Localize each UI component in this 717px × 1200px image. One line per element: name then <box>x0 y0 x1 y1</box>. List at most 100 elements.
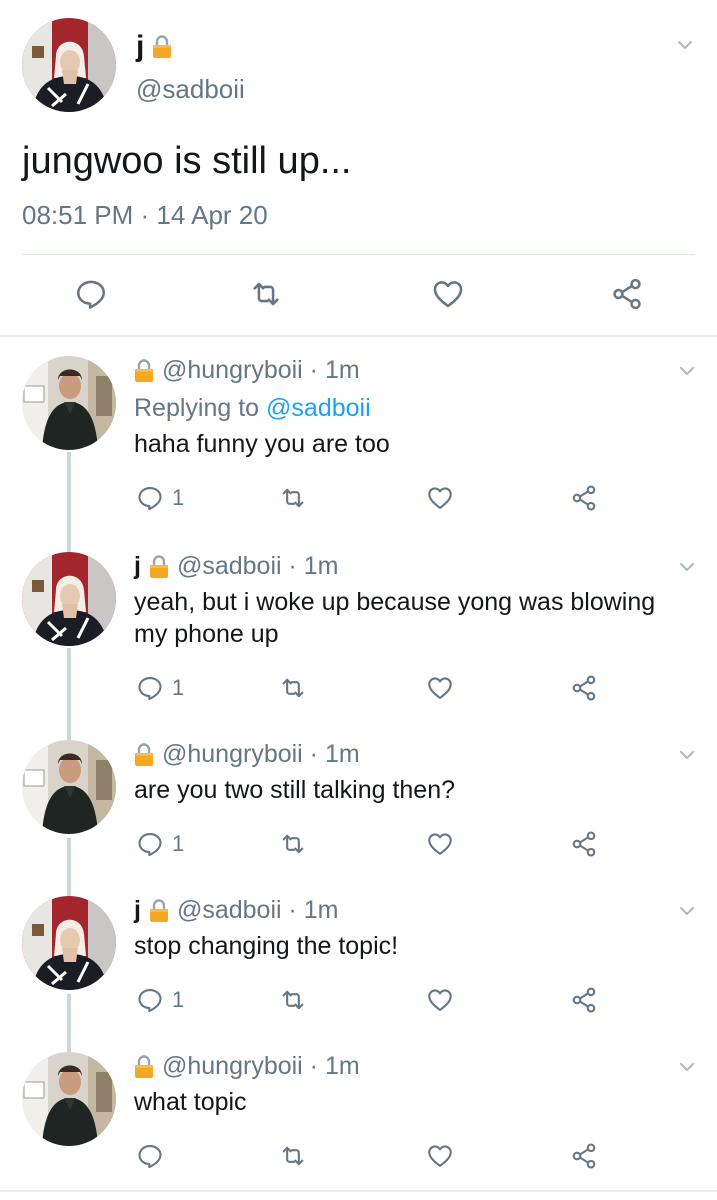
reply-button[interactable]: 1 <box>136 670 184 706</box>
reply-button[interactable]: 1 <box>136 982 184 1018</box>
reply-button[interactable] <box>136 1138 164 1174</box>
avatar[interactable] <box>22 18 116 112</box>
replying-to-link[interactable]: @sadboii <box>266 394 371 422</box>
avatar[interactable] <box>22 896 116 990</box>
share-icon <box>570 674 598 702</box>
like-button[interactable] <box>426 982 454 1018</box>
tweet-actions: 1 <box>0 480 717 520</box>
replying-to: Replying to @sadboii <box>134 394 371 423</box>
share-icon <box>570 1142 598 1170</box>
heart-icon <box>426 986 454 1014</box>
reply-icon <box>136 830 164 858</box>
tweet-actions: 1 <box>0 982 717 1022</box>
lock-icon <box>134 1055 154 1079</box>
like-button[interactable] <box>426 1138 454 1174</box>
share-icon <box>570 484 598 512</box>
author-row: @hungryboii · 1m <box>134 356 360 385</box>
display-name[interactable]: j <box>134 896 141 925</box>
heart-icon <box>431 277 465 311</box>
author-handle[interactable]: @sadboii <box>136 74 245 105</box>
reply-tweet: @hungryboii · 1m Replying to @sadboii ha… <box>0 356 717 536</box>
like-button[interactable] <box>426 670 454 706</box>
retweet-icon <box>279 1142 307 1170</box>
retweet-button[interactable] <box>246 274 286 314</box>
author-row: @hungryboii · 1m <box>134 1052 360 1081</box>
retweet-button[interactable] <box>279 670 307 706</box>
author-handle[interactable]: @sadboii · 1m <box>177 896 339 925</box>
like-button[interactable] <box>426 826 454 862</box>
heart-icon <box>426 830 454 858</box>
retweet-icon <box>279 674 307 702</box>
reply-button[interactable]: 1 <box>136 826 184 862</box>
reply-count: 1 <box>172 831 185 856</box>
tweet-actions: 1 <box>0 826 717 866</box>
retweet-button[interactable] <box>279 480 307 516</box>
author-row: j @sadboii · 1m <box>134 552 339 581</box>
reply-button[interactable]: 1 <box>136 480 184 516</box>
author-row: j @sadboii · 1m <box>134 896 339 925</box>
tweet-actions: 1 <box>0 670 717 710</box>
avatar[interactable] <box>22 356 116 450</box>
author-handle[interactable]: @sadboii · 1m <box>177 552 339 581</box>
share-icon <box>610 277 644 311</box>
display-name[interactable]: j <box>136 30 144 64</box>
chevron-down-icon[interactable] <box>676 360 698 382</box>
lock-icon <box>134 743 154 767</box>
heart-icon <box>426 674 454 702</box>
reply-tweet: @hungryboii · 1m what topic <box>0 1052 717 1187</box>
chevron-down-icon[interactable] <box>676 900 698 922</box>
lock-icon <box>149 899 169 923</box>
author-handle[interactable]: @hungryboii · 1m <box>162 740 360 769</box>
like-button[interactable] <box>428 274 468 314</box>
lock-icon <box>152 35 172 59</box>
main-tweet: j @sadboii jungwoo is still up... 08:51 … <box>0 0 717 336</box>
avatar[interactable] <box>22 1052 116 1146</box>
chevron-down-icon[interactable] <box>676 744 698 766</box>
reply-icon <box>136 674 164 702</box>
reply-count: 1 <box>172 987 185 1012</box>
reply-icon <box>136 484 164 512</box>
author-handle[interactable]: @hungryboii · 1m <box>162 356 360 385</box>
share-button[interactable] <box>570 826 598 862</box>
reply-text: what topic <box>134 1088 247 1116</box>
replying-prefix: Replying to <box>134 394 267 422</box>
author-handle[interactable]: @hungryboii · 1m <box>162 1052 360 1081</box>
author-row: j <box>136 30 172 64</box>
chevron-down-icon[interactable] <box>676 556 698 578</box>
retweet-icon <box>249 277 283 311</box>
share-icon <box>570 830 598 858</box>
reply-icon <box>136 986 164 1014</box>
share-button[interactable] <box>570 1138 598 1174</box>
divider <box>0 335 717 337</box>
avatar[interactable] <box>22 740 116 834</box>
reply-tweet: j @sadboii · 1m stop changing the topic!… <box>0 896 717 1046</box>
reply-count: 1 <box>172 485 185 510</box>
retweet-button[interactable] <box>279 826 307 862</box>
share-button[interactable] <box>607 274 647 314</box>
reply-button[interactable] <box>71 274 111 314</box>
tweet-text: jungwoo is still up... <box>22 140 352 182</box>
reply-count: 1 <box>172 675 185 700</box>
chevron-down-icon[interactable] <box>674 34 696 56</box>
share-button[interactable] <box>570 670 598 706</box>
chevron-down-icon[interactable] <box>676 1056 698 1078</box>
heart-icon <box>426 484 454 512</box>
retweet-icon <box>279 986 307 1014</box>
heart-icon <box>426 1142 454 1170</box>
share-button[interactable] <box>570 982 598 1018</box>
reply-icon <box>74 277 108 311</box>
display-name[interactable]: j <box>134 552 141 581</box>
author-row: @hungryboii · 1m <box>134 740 360 769</box>
tweet-actions <box>0 1138 717 1178</box>
share-button[interactable] <box>570 480 598 516</box>
retweet-button[interactable] <box>279 1138 307 1174</box>
like-button[interactable] <box>426 480 454 516</box>
retweet-icon <box>279 830 307 858</box>
tweet-timestamp[interactable]: 08:51 PM · 14 Apr 20 <box>22 200 268 231</box>
lock-icon <box>149 555 169 579</box>
avatar[interactable] <box>22 552 116 646</box>
divider <box>22 254 695 255</box>
reply-icon <box>136 1142 164 1170</box>
tweet-actions <box>0 266 717 322</box>
retweet-button[interactable] <box>279 982 307 1018</box>
